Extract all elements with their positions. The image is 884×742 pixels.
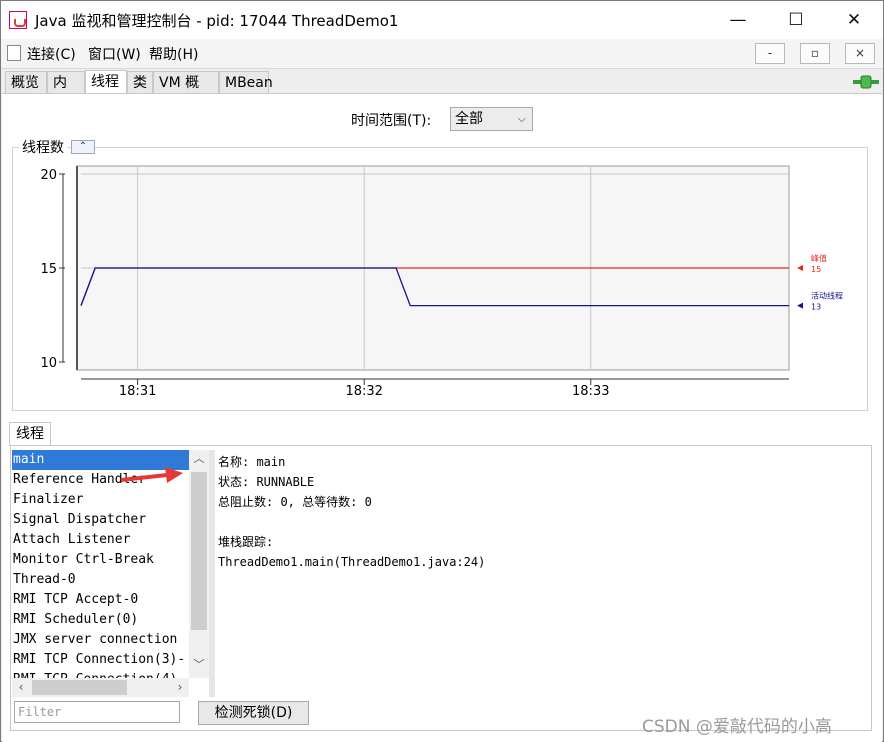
title-bar: Java 监视和管理控制台 - pid: 17044 ThreadDemo1 —… [1, 1, 883, 39]
threads-list-tab[interactable]: 线程 [9, 422, 51, 446]
connection-plug-icon [853, 75, 879, 89]
thread-list-item[interactable]: JMX server connection [12, 630, 189, 650]
collapse-chevrons-icon[interactable]: ⌃ [71, 140, 95, 154]
tab-overview[interactable]: 概览 [5, 71, 47, 93]
inner-minimize-button[interactable]: - [755, 43, 785, 64]
legend-label: 活动线程 [811, 291, 843, 301]
x-tick-label: 18:33 [572, 384, 609, 399]
document-icon [7, 45, 21, 61]
x-tick-label: 18:32 [345, 384, 382, 399]
scroll-right-icon[interactable]: › [171, 678, 189, 697]
inner-restore-button[interactable]: ▫ [800, 43, 830, 64]
thread-list-item[interactable]: RMI TCP Connection(3)- [12, 650, 189, 670]
tab-threads[interactable]: 线程 [85, 70, 127, 94]
watermark: CSDN @爱敲代码的小高 [642, 717, 832, 737]
menu-bar: 连接(C) 窗口(W) 帮助(H) [1, 39, 883, 69]
legend-value: 13 [811, 303, 821, 312]
red-arrow-annotation-icon [120, 467, 183, 483]
chevron-down-icon: ⌵ [517, 112, 526, 125]
thread-list-item[interactable]: Attach Listener [12, 530, 189, 550]
y-tick-label: 15 [40, 262, 57, 277]
minimize-button[interactable]: — [709, 1, 767, 39]
scroll-left-icon[interactable]: ‹ [12, 678, 30, 697]
time-range-select[interactable]: 全部 ⌵ [450, 107, 533, 131]
thread-list-vertical-scrollbar[interactable]: ︿ ﹀ [189, 450, 209, 678]
series-marker [797, 265, 803, 271]
thread-list-horizontal-scrollbar[interactable]: ‹ › [12, 678, 189, 697]
time-range-label: 时间范围(T): [351, 113, 432, 129]
thread-list-item[interactable]: Finalizer [12, 490, 189, 510]
tab-memory[interactable]: 内存 [47, 71, 85, 113]
java-icon [9, 11, 27, 29]
detect-deadlock-button[interactable]: 检测死锁(D) [198, 701, 309, 725]
thread-name-line: 名称: main [218, 455, 286, 469]
thread-count-chart: 20 15 10 18:31 18:32 18:33 峰值 15 活动线程 13 [40, 165, 843, 399]
app-window: Java 监视和管理控制台 - pid: 17044 ThreadDemo1 —… [0, 0, 884, 742]
menu-help[interactable]: 帮助(H) [149, 44, 198, 64]
scroll-up-icon[interactable]: ︿ [189, 450, 209, 468]
stack-trace-label: 堆栈跟踪: [218, 535, 274, 549]
x-tick-label: 18:31 [119, 384, 156, 399]
scroll-down-icon[interactable]: ﹀ [189, 656, 209, 674]
split-pane-divider[interactable] [209, 450, 215, 697]
thread-details: 名称: main 状态: RUNNABLE 总阻止数: 0, 总等待数: 0 堆… [218, 452, 485, 572]
thread-list-item[interactable]: RMI TCP Connection(4) [12, 670, 189, 678]
stack-frame-line: ThreadDemo1.main(ThreadDemo1.java:24) [218, 555, 486, 569]
thread-list-item[interactable]: Monitor Ctrl-Break [12, 550, 189, 570]
tab-classes[interactable]: 类 [127, 71, 153, 93]
thread-list-item[interactable]: Thread-0 [12, 570, 189, 590]
legend-label: 峰值 [811, 253, 827, 263]
tab-vm-summary[interactable]: VM 概要 [153, 71, 219, 113]
legend-value: 15 [811, 265, 821, 274]
thread-state-line: 状态: RUNNABLE [218, 475, 315, 489]
window-title: Java 监视和管理控制台 - pid: 17044 ThreadDemo1 [35, 12, 399, 30]
menu-window[interactable]: 窗口(W) [88, 44, 141, 64]
horizontal-scroll-thumb[interactable] [32, 680, 127, 695]
thread-list-item[interactable]: RMI TCP Accept-0 [12, 590, 189, 610]
menu-connection[interactable]: 连接(C) [27, 44, 76, 64]
time-range-value: 全部 [455, 111, 483, 127]
scroll-thumb[interactable] [191, 472, 207, 630]
chart-title: 线程数 [19, 137, 67, 157]
tab-mbean[interactable]: MBean [219, 71, 273, 93]
thread-blocked-line: 总阻止数: 0, 总等待数: 0 [218, 495, 372, 509]
y-tick-label: 20 [40, 168, 57, 183]
close-button[interactable]: ✕ [825, 1, 883, 39]
series-marker [797, 302, 803, 309]
thread-list-item[interactable]: RMI Scheduler(0) [12, 610, 189, 630]
maximize-button[interactable]: ☐ [767, 1, 825, 39]
thread-list-item[interactable]: Signal Dispatcher [12, 510, 189, 530]
filter-input[interactable]: Filter [14, 701, 180, 723]
y-tick-label: 10 [40, 356, 57, 371]
inner-close-button[interactable]: × [845, 43, 875, 64]
